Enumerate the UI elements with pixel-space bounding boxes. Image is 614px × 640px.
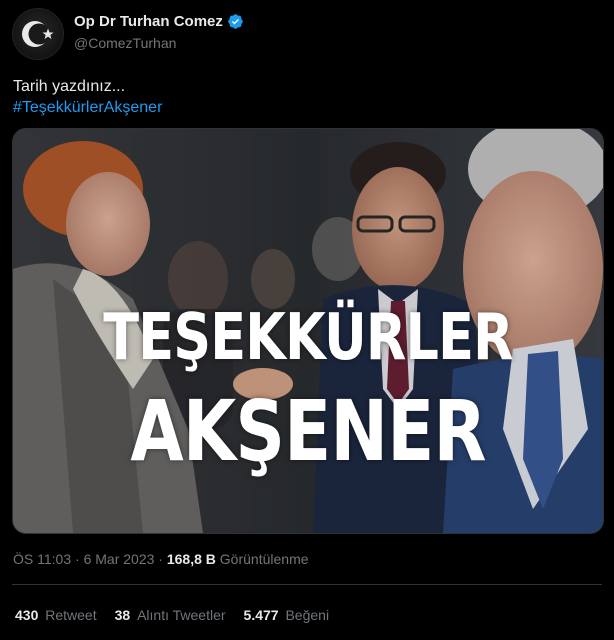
divider <box>12 584 602 585</box>
tweet-date[interactable]: 6 Mar 2023 <box>84 551 155 567</box>
name-row: Op Dr Turhan Comez <box>74 13 244 30</box>
retweets-label: Retweet <box>45 607 97 623</box>
verified-badge-icon <box>228 14 243 29</box>
tweet-time[interactable]: ÖS 11:03 <box>13 551 71 567</box>
views-label: Görüntülenme <box>219 551 309 567</box>
meta-separator: · <box>158 551 167 567</box>
user-handle[interactable]: @ComezTurhan <box>74 35 176 51</box>
overlay-headline-line2: AKŞENER <box>130 382 486 480</box>
quotes-label: Alıntı Tweetler <box>137 607 226 623</box>
quotes-count: 38 <box>114 607 131 623</box>
retweets-stat[interactable]: 430 Retweet <box>15 607 97 623</box>
tweet-meta: ÖS 11:03 · 6 Mar 2023 · 168,8 B Görüntül… <box>13 551 309 567</box>
tweet-stats: 430 Retweet 38 Alıntı Tweetler 5.477 Beğ… <box>15 607 347 623</box>
likes-stat[interactable]: 5.477 Beğeni <box>244 607 330 623</box>
views-count: 168,8 B <box>166 551 216 567</box>
quotes-stat[interactable]: 38 Alıntı Tweetler <box>115 607 226 623</box>
turkish-flag-crescent-star-icon <box>22 21 54 47</box>
retweets-count: 430 <box>15 607 39 623</box>
tweet-header: Op Dr Turhan Comez @ComezTurhan <box>12 8 602 60</box>
meta-separator: · <box>75 551 84 567</box>
tweet-text: Tarih yazdınız... #TeşekkürlerAkşener <box>13 76 162 118</box>
tweet-text-line: Tarih yazdınız... <box>13 78 126 95</box>
avatar[interactable] <box>12 8 64 60</box>
display-name[interactable]: Op Dr Turhan Comez <box>74 13 223 30</box>
likes-count: 5.477 <box>243 607 279 623</box>
likes-label: Beğeni <box>285 607 330 623</box>
overlay-headline-line1: TEŞEKKÜRLER <box>103 301 513 375</box>
hashtag-link[interactable]: #TeşekkürlerAkşener <box>13 97 162 118</box>
tweet-media-image[interactable]: TEŞEKKÜRLER AKŞENER <box>12 128 604 534</box>
